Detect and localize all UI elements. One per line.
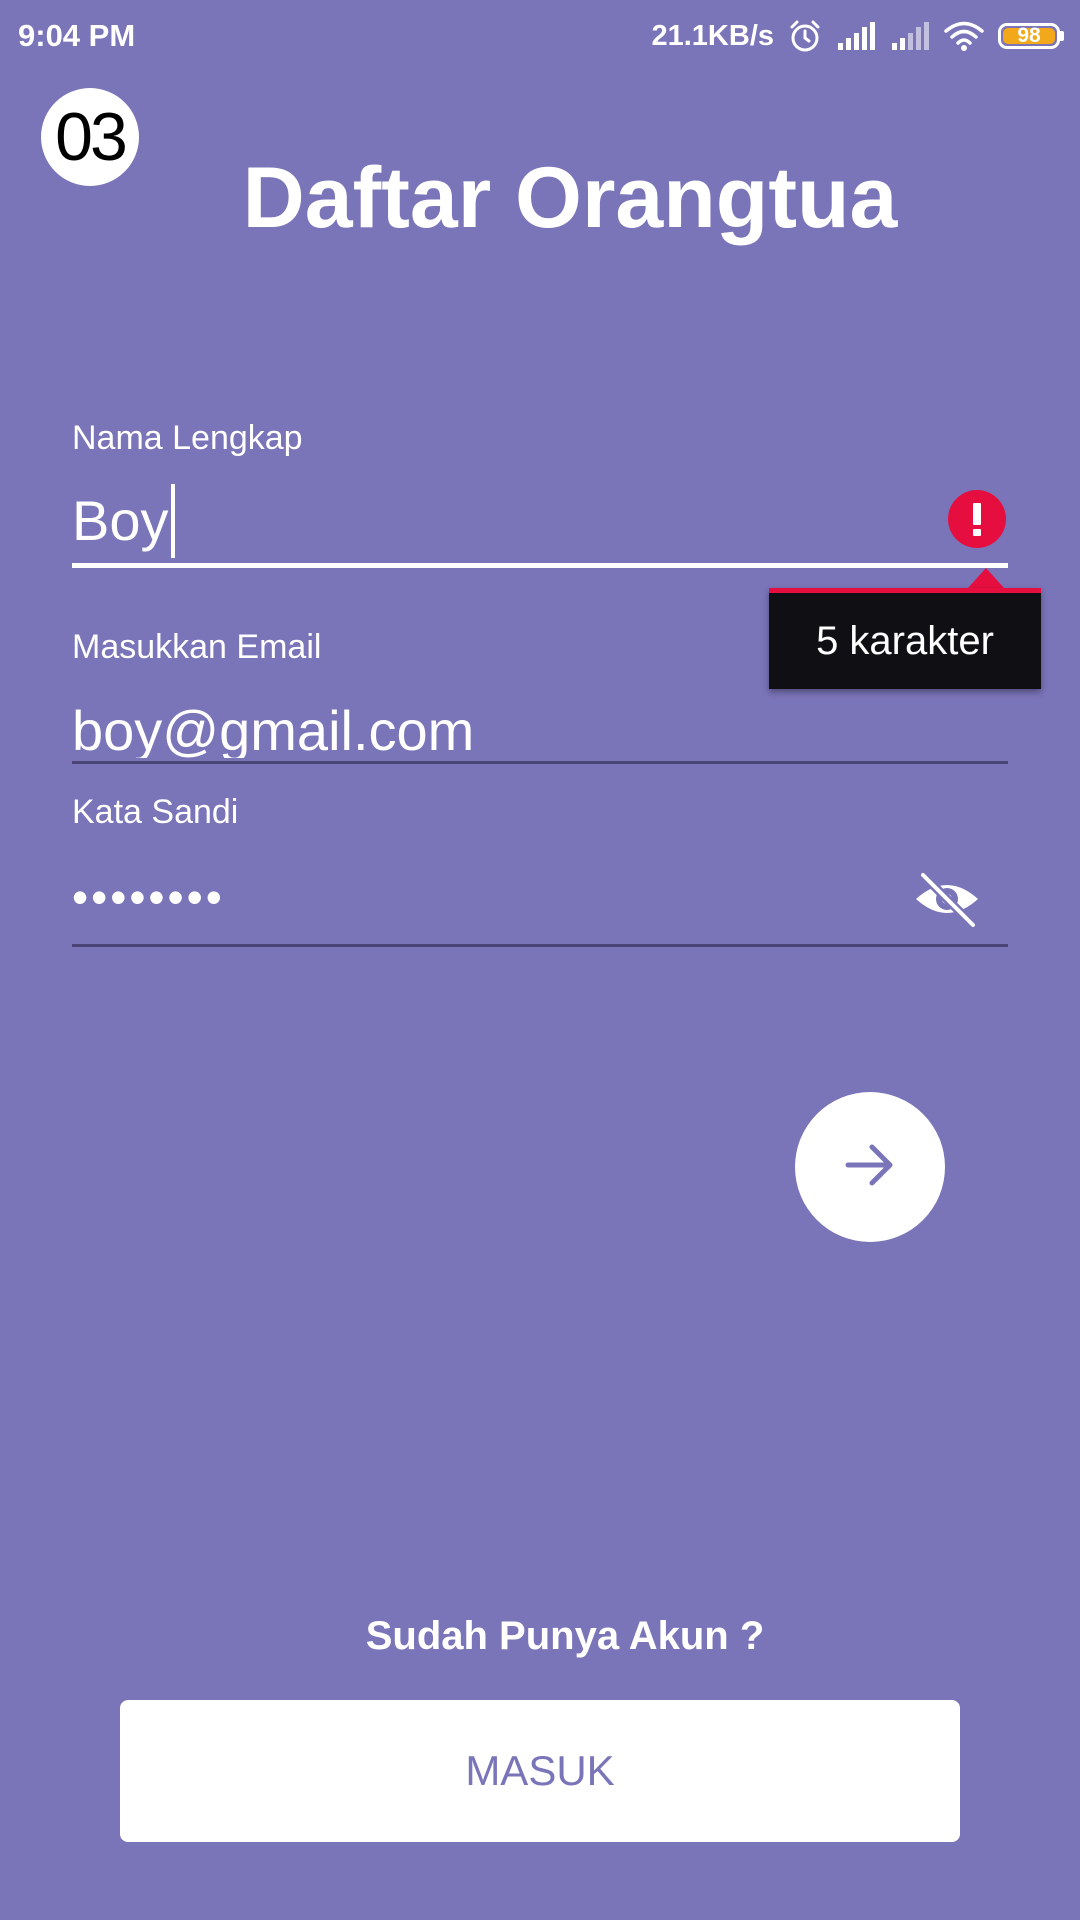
network-speed: 21.1KB/s (651, 20, 774, 52)
password-field-label: Kata Sandi (72, 793, 239, 831)
email-field-underline (72, 761, 1008, 764)
eye-off-icon[interactable] (912, 864, 982, 934)
name-field[interactable]: Boy (72, 484, 175, 559)
arrow-right-icon (842, 1137, 898, 1198)
error-icon[interactable] (948, 490, 1006, 548)
password-field-underline (72, 944, 1008, 947)
name-field-value: Boy (72, 489, 169, 552)
alarm-icon (788, 19, 822, 53)
name-field-label: Nama Lengkap (72, 419, 303, 457)
page-title: Daftar Orangtua (242, 150, 898, 246)
have-account-text: Sudah Punya Akun ? (365, 1614, 765, 1658)
password-field[interactable]: •••••••• (72, 872, 225, 922)
email-field-value: boy@gmail.com (72, 699, 475, 758)
signal-icon (890, 21, 930, 51)
signal-icon (836, 21, 876, 51)
wifi-icon (944, 20, 984, 52)
next-button[interactable] (795, 1092, 945, 1242)
battery-icon: 98 (998, 23, 1064, 49)
error-tooltip-text: 5 karakter (816, 619, 994, 663)
text-cursor (170, 484, 175, 559)
email-field[interactable]: boy@gmail.com (72, 690, 1008, 758)
login-button[interactable]: MASUK (120, 1700, 960, 1842)
name-field-underline (72, 563, 1008, 568)
email-field-label: Masukkan Email (72, 628, 322, 666)
status-time: 9:04 PM (18, 18, 136, 53)
battery-level: 98 (1017, 24, 1041, 47)
login-button-label: MASUK (465, 1747, 615, 1794)
error-tooltip: 5 karakter (769, 588, 1041, 689)
status-bar-icons: 21.1KB/s 98 (651, 16, 1064, 56)
tooltip-arrow (968, 568, 1004, 588)
